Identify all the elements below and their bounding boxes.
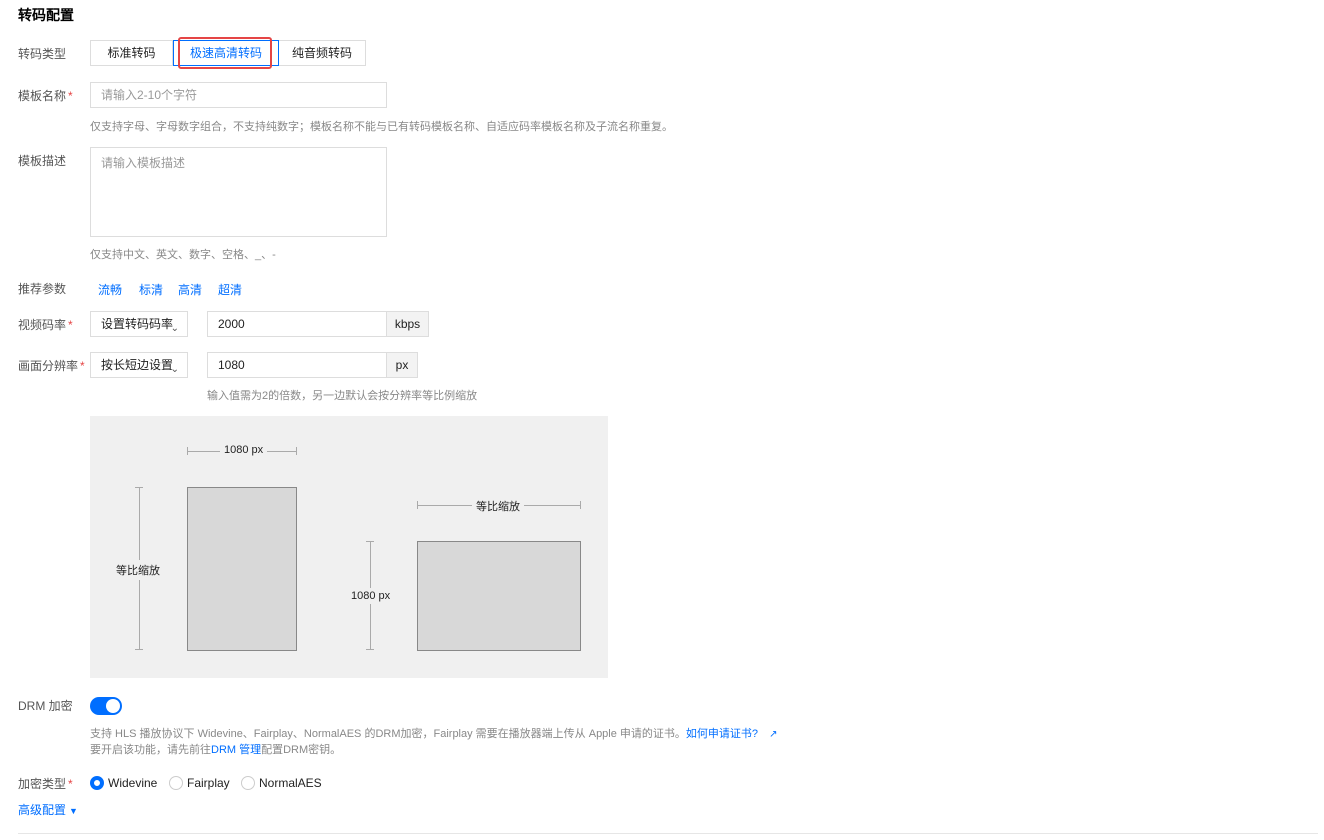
template-desc-hint: 仅支持中文、英文、数字、空格、_、-: [90, 249, 276, 261]
transcode-type-audio-only[interactable]: 纯音频转码: [279, 40, 366, 66]
height-dim-tick-top: [366, 541, 374, 542]
radio-widevine-label[interactable]: Widevine: [108, 776, 157, 790]
recommended-sd[interactable]: 标清: [139, 281, 163, 298]
height-scale-label: 等比缩放: [116, 560, 160, 580]
height-scale-tick-bottom: [135, 649, 143, 650]
video-bitrate-label: 视频码率 *: [18, 318, 73, 332]
drm-label: DRM 加密: [18, 699, 73, 713]
advanced-config-toggle[interactable]: 高级配置 ▼: [18, 801, 78, 818]
width-dim-tick-right: [296, 447, 297, 455]
template-name-label: 模板名称 *: [18, 89, 73, 103]
radio-fairplay[interactable]: [169, 776, 183, 790]
recommended-fhd[interactable]: 超清: [218, 281, 242, 298]
divider: [18, 833, 1318, 834]
section-title: 转码配置: [18, 7, 74, 23]
video-bitrate-input[interactable]: [207, 311, 387, 337]
radio-fairplay-label[interactable]: Fairplay: [187, 776, 230, 790]
resolution-select[interactable]: 按长短边设置 ⌄: [90, 352, 188, 378]
width-dim-tick-left: [187, 447, 188, 455]
recommended-smooth[interactable]: 流畅: [98, 281, 122, 298]
drm-manage-link[interactable]: DRM 管理: [211, 744, 261, 756]
radio-widevine[interactable]: [90, 776, 104, 790]
chevron-down-icon: ⌄: [170, 323, 179, 334]
template-name-input[interactable]: [90, 82, 387, 108]
drm-toggle[interactable]: [90, 697, 122, 715]
resolution-label: 画面分辨率 *: [18, 359, 85, 373]
cert-help-link[interactable]: 如何申请证书?: [686, 728, 758, 740]
drm-desc: 支持 HLS 播放协议下 Widevine、Fairplay、NormalAES…: [90, 728, 778, 740]
height-dim-tick-bottom: [366, 649, 374, 650]
template-name-hint: 仅支持字母、字母数字组合，不支持纯数字；模板名称不能与已有转码模板名称、自适应码…: [90, 121, 673, 133]
drm-desc-2: 要开启该功能，请先前往DRM 管理配置DRM密钥。: [90, 744, 342, 756]
portrait-frame: [187, 487, 297, 651]
transcode-type-segment: 标准转码 极速高清转码 纯音频转码: [90, 37, 366, 69]
height-dim-label: 1080 px: [351, 588, 391, 604]
toggle-knob: [106, 699, 120, 713]
radio-normalaes-label[interactable]: NormalAES: [259, 776, 322, 790]
template-desc-textarea[interactable]: [90, 147, 387, 237]
resolution-hint: 输入值需为2的倍数，另一边默认会按分辨率等比例缩放: [207, 390, 478, 402]
recommended-label: 推荐参数: [18, 282, 67, 296]
external-link-icon[interactable]: ↗: [769, 729, 777, 740]
transcode-type-standard[interactable]: 标准转码: [90, 40, 173, 66]
radio-normalaes[interactable]: [241, 776, 255, 790]
resolution-diagram: 1080 px 等比缩放 等比缩放 1080 px: [90, 416, 608, 678]
resolution-input[interactable]: [207, 352, 387, 378]
width-scale-tick-left: [417, 501, 418, 509]
video-bitrate-unit: kbps: [387, 311, 429, 337]
resolution-unit: px: [387, 352, 418, 378]
caret-down-icon: ▼: [69, 806, 78, 816]
width-scale-label: 等比缩放: [472, 498, 524, 514]
template-desc-label: 模板描述: [18, 154, 67, 168]
width-dim-label: 1080 px: [220, 444, 268, 456]
width-scale-tick-right: [580, 501, 581, 509]
chevron-down-icon: ⌄: [170, 364, 179, 375]
landscape-frame: [417, 541, 581, 651]
recommended-hd[interactable]: 高清: [178, 281, 202, 298]
transcode-type-label: 转码类型: [18, 47, 67, 61]
transcode-type-tesla-hd[interactable]: 极速高清转码: [173, 40, 279, 66]
height-scale-tick-top: [135, 487, 143, 488]
encrypt-type-label: 加密类型 *: [18, 777, 73, 791]
video-bitrate-select[interactable]: 设置转码码率 ⌄: [90, 311, 188, 337]
